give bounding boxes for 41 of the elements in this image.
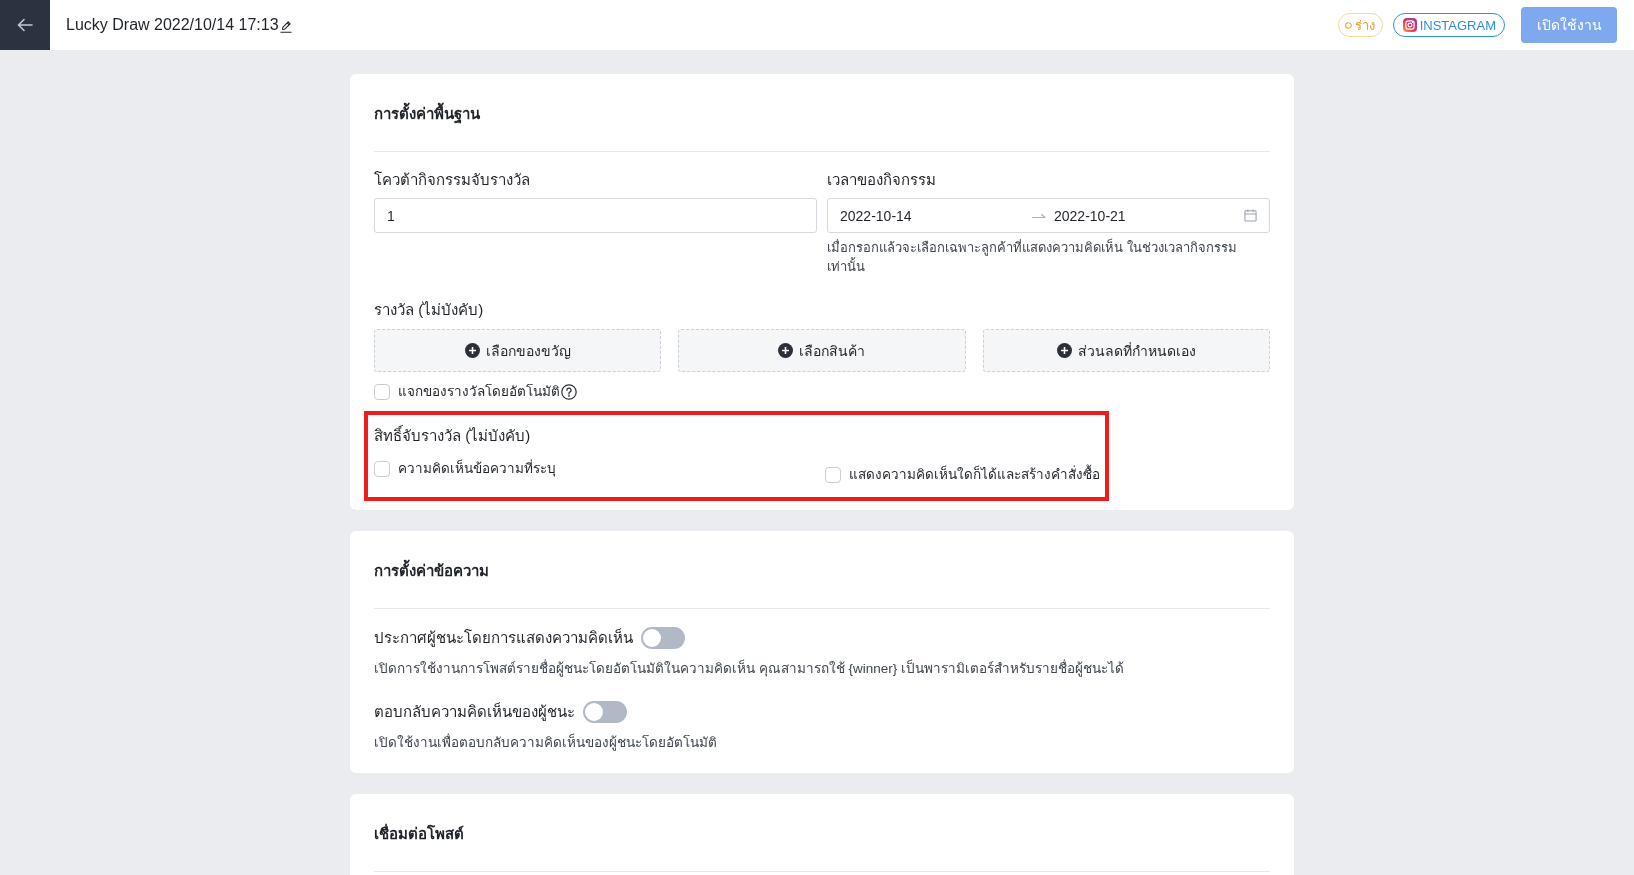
toggle-label: ตอบกลับความคิดเห็นของผู้ชนะ — [374, 701, 575, 723]
plus-circle-icon — [778, 343, 794, 358]
toggle-description: เปิดใช้งานเพื่อตอบกลับความคิดเห็นของผู้ชนะโดยอัตโนมัติ — [374, 733, 718, 753]
end-date[interactable]: 2022-10-21 — [1054, 207, 1244, 224]
toggle-switch[interactable] — [641, 627, 685, 649]
calendar-icon[interactable] — [1244, 209, 1257, 222]
status-label: ร่าง — [1354, 16, 1375, 35]
help-icon[interactable] — [561, 384, 577, 400]
section-title: เชื่อมต่อโพสต์ — [374, 823, 465, 844]
checkbox[interactable] — [374, 384, 390, 400]
quota-input[interactable]: 1 — [374, 198, 817, 233]
section-title: การตั้งค่าพื้นฐาน — [374, 103, 1270, 125]
toggle-description: เปิดการใช้งานการโพสต์รายชื่อผู้ชนะโดยอัตโนมัติในความคิดเห็น คุณสามารถใช้ {winner} เป็นพารามิเตอร์สำหรับรายชื่อผู้ชนะได้ — [374, 659, 1126, 679]
toggle-label: ประกาศผู้ชนะโดยการแสดงความคิดเห็น — [374, 627, 633, 649]
arrow-right-icon — [1032, 211, 1046, 220]
start-date[interactable]: 2022-10-14 — [840, 207, 1032, 224]
plus-circle-icon — [464, 343, 480, 358]
add-prize-button[interactable]: เลือกของขวัญ — [374, 329, 662, 372]
checkbox-label: แสดงความคิดเห็นใดก็ได้และสร้างคำสั่งซื้อ — [849, 465, 1100, 485]
back-button[interactable] — [0, 0, 50, 50]
field-hint: เมื่อกรอกแล้วจะเลือกเฉพาะลูกค้าที่แสดงความคิดเห็น ในช่วงเวลากิจกรรมเท่านั้น — [827, 238, 1238, 276]
plus-circle-icon — [1056, 343, 1072, 358]
section-title: การตั้งค่าข้อความ — [374, 560, 1270, 582]
arrow-left-icon — [17, 18, 33, 32]
toggle-switch[interactable] — [583, 701, 627, 723]
checkbox-label: ความคิดเห็นข้อความที่ระบุ — [398, 458, 556, 479]
checkbox-label: แจกของรางวัลโดยอัตโนมัติ — [398, 383, 560, 401]
camera-logo-icon — [1402, 18, 1417, 32]
pencil-icon[interactable] — [279, 20, 292, 33]
field-label: สิทธิ์จับรางวัล (ไม่บังคับ) — [374, 425, 532, 446]
platform-label: INSTAGRAM — [1419, 17, 1496, 33]
date-range-field[interactable]: 2022-10-14 2022-10-21 — [827, 198, 1270, 233]
page-title: Lucky Draw 2022/10/14 17:13 — [66, 16, 279, 34]
checkbox[interactable] — [825, 467, 841, 483]
field-label: โควต้ากิจกรรมจับรางวัล — [374, 170, 531, 190]
ring-icon — [1344, 21, 1352, 29]
checkbox[interactable] — [374, 460, 390, 477]
field-label: รางวัล (ไม่บังคับ) — [374, 300, 485, 320]
add-prize-button[interactable]: ส่วนลดที่กำหนดเอง — [982, 329, 1270, 372]
field-label: เวลาของกิจกรรม — [827, 170, 937, 190]
add-prize-button[interactable]: เลือกสินค้า — [678, 329, 966, 372]
